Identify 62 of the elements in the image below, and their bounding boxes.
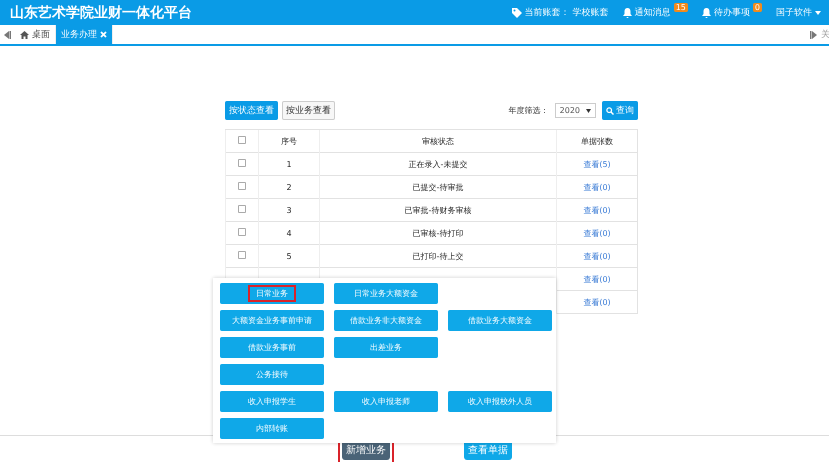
count-badge: 15	[674, 3, 688, 12]
menu-button[interactable]: 借款业务大额资金	[448, 310, 552, 331]
view-link[interactable]: 查看(0)	[583, 298, 611, 306]
tab[interactable]: 业务办理	[56, 25, 113, 44]
checkbox[interactable]	[238, 228, 246, 236]
menu-button[interactable]: 日常业务大额资金	[334, 283, 438, 304]
count-badge: 0	[752, 3, 762, 12]
scroll-right-icon[interactable]	[810, 30, 817, 38]
row-number: 4	[286, 228, 292, 238]
view-toggle-button[interactable]: 按状态查看	[225, 101, 278, 120]
scroll-left-icon[interactable]	[4, 30, 11, 38]
row-number: 3	[286, 206, 292, 214]
view-link[interactable]: 查看(0)	[583, 182, 611, 192]
account-label: 当前账套：	[524, 6, 570, 19]
bell-icon[interactable]	[622, 8, 632, 18]
status-text: 已提交-待审批	[412, 182, 464, 192]
status-text: 正在录入-未提交	[408, 160, 468, 168]
menu-button[interactable]: 公务接待	[220, 364, 324, 385]
menu-button[interactable]: 收入申报老师	[334, 391, 438, 412]
close-icon[interactable]	[100, 31, 107, 38]
year-select[interactable]: 2020	[554, 103, 596, 118]
view-link[interactable]: 查看(0)	[583, 228, 611, 238]
checkbox[interactable]	[238, 136, 246, 144]
view-link[interactable]: 查看(5)	[583, 160, 611, 168]
status-text: 已审核-待打印	[412, 228, 464, 238]
row-number: 5	[286, 252, 292, 260]
caret-icon	[586, 108, 591, 112]
todo-link[interactable]: 待办事项	[714, 6, 750, 19]
menu-button[interactable]: 收入申报学生	[220, 391, 324, 412]
menu-button[interactable]: 出差业务	[334, 337, 438, 358]
year-label: 年度筛选：	[508, 105, 549, 116]
status-text: 已审批-待财务审核	[404, 206, 472, 214]
menu-button[interactable]: 内部转账	[220, 418, 324, 439]
view-link[interactable]: 查看(0)	[583, 274, 611, 284]
row-number: 1	[286, 160, 292, 168]
tag-icon	[512, 8, 522, 18]
search-icon	[606, 106, 614, 114]
notice-link[interactable]: 通知消息	[634, 6, 671, 19]
caret-icon[interactable]	[815, 10, 821, 14]
menu-button[interactable]: 日常业务	[220, 283, 324, 304]
checkbox[interactable]	[238, 205, 246, 213]
row-number: 2	[286, 182, 292, 192]
checkbox[interactable]	[238, 182, 246, 190]
view-link[interactable]: 查看(0)	[583, 252, 611, 260]
view-toggle-button[interactable]: 按业务查看	[282, 101, 335, 120]
query-button[interactable]: 查询	[602, 101, 638, 120]
account-name[interactable]: 学校账套	[572, 6, 609, 19]
app-title: 山东艺术学院业财一体化平台	[10, 4, 192, 22]
checkbox[interactable]	[238, 251, 246, 259]
checkbox[interactable]	[238, 159, 246, 167]
column-header: 审核状态	[320, 130, 556, 152]
status-text: 已打印-待上交	[412, 252, 464, 260]
menu-button[interactable]: 借款业务事前	[220, 337, 324, 358]
home-icon	[20, 30, 29, 38]
menu-button[interactable]: 大额资金业务事前申请	[220, 310, 324, 331]
view-link[interactable]: 查看(0)	[583, 206, 611, 214]
column-header: 序号	[258, 130, 320, 152]
menu-button[interactable]: 收入申报校外人员	[448, 391, 552, 412]
bell-icon[interactable]	[702, 8, 711, 18]
column-header: 单据张数	[556, 130, 638, 152]
menu-button[interactable]: 借款业务非大额资金	[334, 310, 438, 331]
user-menu[interactable]: 国子软件	[776, 6, 812, 19]
